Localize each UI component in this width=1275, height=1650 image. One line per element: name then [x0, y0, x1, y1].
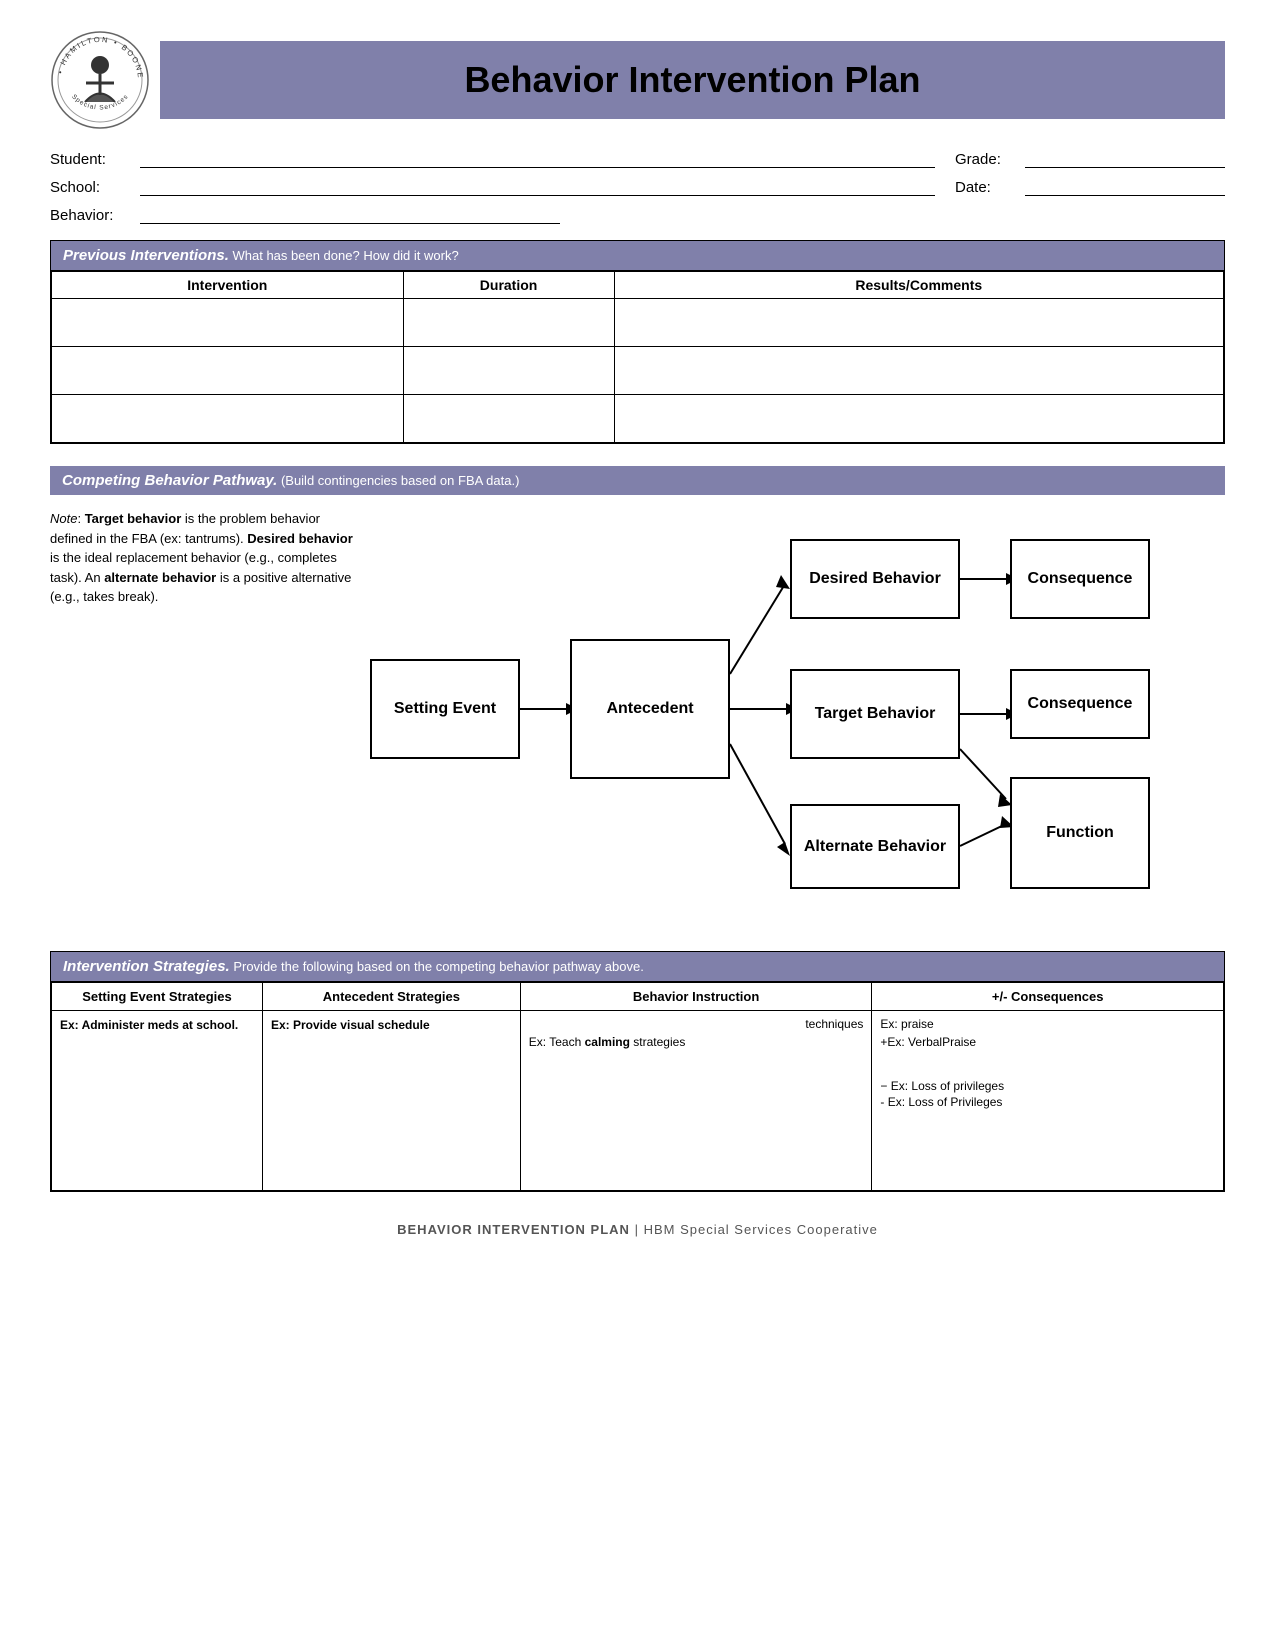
- school-field[interactable]: [140, 176, 935, 196]
- date-label: Date:: [955, 179, 1025, 196]
- grade-label: Grade:: [955, 151, 1025, 168]
- diagram-container: Setting Event Antecedent Desired Behavio…: [370, 509, 1150, 929]
- strategies-row: Ex: Administer meds at school. Ex: Provi…: [52, 1011, 1224, 1191]
- intervention-cell[interactable]: [52, 395, 404, 443]
- behavior-instruction-cell[interactable]: techniques Ex: Teach calming strategies: [520, 1011, 872, 1191]
- pi-title: Previous Interventions.: [63, 247, 229, 264]
- results-cell[interactable]: [614, 347, 1223, 395]
- footer-title: BEHAVIOR INTERVENTION PLAN: [397, 1222, 630, 1237]
- conseq-line2: +Ex: VerbalPraise: [880, 1035, 1215, 1049]
- bi-line1: techniques: [529, 1017, 864, 1031]
- results-cell[interactable]: [614, 299, 1223, 347]
- duration-cell[interactable]: [403, 395, 614, 443]
- intervention-cell[interactable]: [52, 299, 404, 347]
- col-behavior-instruction: Behavior Instruction: [520, 983, 872, 1011]
- is-subtitle: Provide the following based on the compe…: [230, 959, 644, 974]
- target-behavior-box: Target Behavior: [790, 669, 960, 759]
- table-row: [52, 299, 1224, 347]
- behavior-label: Behavior:: [50, 207, 140, 224]
- intervention-cell[interactable]: [52, 347, 404, 395]
- page-title: Behavior Intervention Plan: [180, 59, 1205, 101]
- desired-behavior-label: Desired Behavior: [809, 570, 941, 588]
- consequence-top-label: Consequence: [1028, 570, 1133, 588]
- school-label: School:: [50, 179, 140, 196]
- function-box: Function: [1010, 777, 1150, 889]
- behavior-row: Behavior:: [50, 204, 1225, 224]
- table-header-row: Intervention Duration Results/Comments: [52, 272, 1224, 299]
- col-duration: Duration: [403, 272, 614, 299]
- cbp-content: Note: Target behavior is the problem beh…: [50, 509, 1225, 929]
- setting-event-box: Setting Event: [370, 659, 520, 759]
- cbp-diagram: Setting Event Antecedent Desired Behavio…: [370, 509, 1225, 929]
- previous-interventions-section: Previous Interventions. What has been do…: [50, 240, 1225, 444]
- consequences-cell[interactable]: Ex: praise +Ex: VerbalPraise − Ex: Loss …: [872, 1011, 1224, 1191]
- duration-cell[interactable]: [403, 299, 614, 347]
- alternate-behavior-box: Alternate Behavior: [790, 804, 960, 889]
- pi-subtitle: What has been done? How did it work?: [229, 248, 459, 263]
- intervention-strategies-section: Intervention Strategies. Provide the fol…: [50, 951, 1225, 1192]
- antecedent-strat-cell[interactable]: Ex: Provide visual schedule: [262, 1011, 520, 1191]
- col-setting-event-strat: Setting Event Strategies: [52, 983, 263, 1011]
- col-consequences: +/- Consequences: [872, 983, 1224, 1011]
- grade-field[interactable]: [1025, 148, 1225, 168]
- alternate-behavior-term: alternate behavior: [104, 570, 216, 585]
- consequence-top-box: Consequence: [1010, 539, 1150, 619]
- consequence-mid-box: Consequence: [1010, 669, 1150, 739]
- cbp-note: Note: Target behavior is the problem beh…: [50, 509, 370, 607]
- setting-event-label: Setting Event: [394, 700, 496, 718]
- school-row: School: Date:: [50, 176, 1225, 196]
- desired-behavior-box: Desired Behavior: [790, 539, 960, 619]
- desired-behavior-term: Desired behavior: [247, 531, 353, 546]
- cbp-subtitle: (Build contingencies based on FBA data.): [277, 473, 519, 488]
- page-title-box: Behavior Intervention Plan: [160, 41, 1225, 119]
- logo: • HAMILTON • BOONE • MADISON • Special S…: [50, 30, 150, 130]
- conseq-line3: − Ex: Loss of privileges: [880, 1079, 1215, 1093]
- behavior-field[interactable]: [140, 204, 560, 224]
- cbp-header: Competing Behavior Pathway. (Build conti…: [50, 466, 1225, 495]
- is-title: Intervention Strategies.: [63, 958, 230, 975]
- strategies-header-row: Setting Event Strategies Antecedent Stra…: [52, 983, 1224, 1011]
- footer-separator: |: [630, 1222, 644, 1237]
- antecedent-box: Antecedent: [570, 639, 730, 779]
- col-intervention: Intervention: [52, 272, 404, 299]
- antecedent-strat-ex: Ex: Provide visual schedule: [271, 1018, 430, 1032]
- table-row: [52, 347, 1224, 395]
- form-fields: Student: Grade: School: Date: Behavior:: [50, 148, 1225, 224]
- antecedent-label: Antecedent: [606, 700, 693, 718]
- consequence-mid-label: Consequence: [1028, 695, 1133, 713]
- setting-strat-ex: Ex: Administer meds at school.: [60, 1018, 238, 1032]
- duration-cell[interactable]: [403, 347, 614, 395]
- strategies-table: Setting Event Strategies Antecedent Stra…: [51, 982, 1224, 1191]
- target-behavior-term: Target behavior: [85, 511, 182, 526]
- student-field[interactable]: [140, 148, 935, 168]
- conseq-line4: - Ex: Loss of Privileges: [880, 1095, 1215, 1109]
- col-antecedent-strat: Antecedent Strategies: [262, 983, 520, 1011]
- note-word: Note: [50, 511, 77, 526]
- student-label: Student:: [50, 151, 140, 168]
- table-row: [52, 395, 1224, 443]
- competing-behavior-section: Competing Behavior Pathway. (Build conti…: [50, 466, 1225, 929]
- alternate-behavior-label: Alternate Behavior: [804, 838, 946, 856]
- target-behavior-label: Target Behavior: [815, 705, 936, 723]
- results-cell[interactable]: [614, 395, 1223, 443]
- col-results: Results/Comments: [614, 272, 1223, 299]
- student-row: Student: Grade:: [50, 148, 1225, 168]
- function-label: Function: [1046, 824, 1114, 842]
- date-field[interactable]: [1025, 176, 1225, 196]
- interventions-table: Intervention Duration Results/Comments: [51, 271, 1224, 443]
- is-header: Intervention Strategies. Provide the fol…: [51, 952, 1224, 982]
- footer-org: HBM Special Services Cooperative: [644, 1222, 878, 1237]
- conseq-line1: Ex: praise: [880, 1017, 1215, 1031]
- bi-line2: Ex: Teach calming strategies: [529, 1035, 864, 1049]
- page-footer: BEHAVIOR INTERVENTION PLAN | HBM Special…: [50, 1222, 1225, 1237]
- prev-interventions-header: Previous Interventions. What has been do…: [51, 241, 1224, 271]
- page-header: • HAMILTON • BOONE • MADISON • Special S…: [50, 30, 1225, 130]
- setting-event-strat-cell[interactable]: Ex: Administer meds at school.: [52, 1011, 263, 1191]
- cbp-title: Competing Behavior Pathway.: [62, 472, 277, 489]
